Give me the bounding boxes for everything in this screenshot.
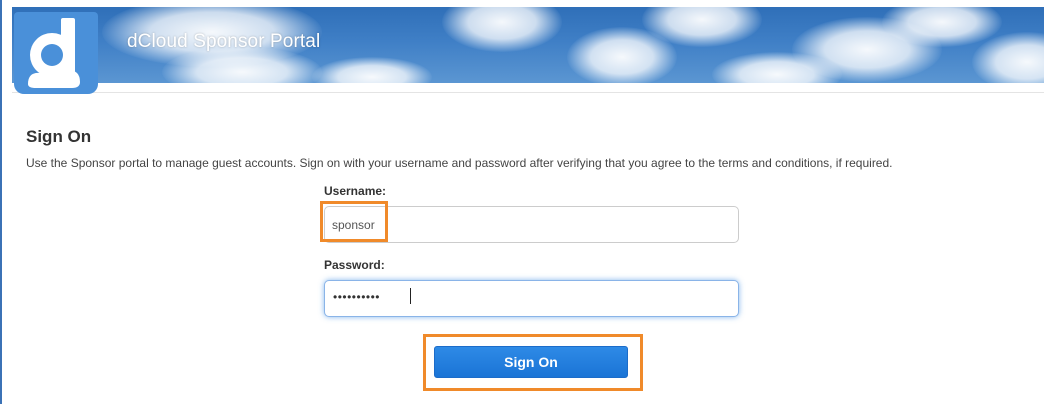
portal-title: dCloud Sponsor Portal bbox=[127, 31, 321, 52]
dcloud-logo-icon bbox=[14, 12, 98, 94]
header-banner: dCloud Sponsor Portal bbox=[12, 7, 1044, 83]
page-title: Sign On bbox=[26, 127, 92, 146]
password-input[interactable] bbox=[324, 280, 739, 317]
username-input[interactable] bbox=[324, 206, 739, 243]
signon-description: Use the Sponsor portal to manage guest a… bbox=[26, 156, 893, 170]
header-divider bbox=[12, 92, 1044, 93]
username-label: Username: bbox=[324, 184, 387, 198]
password-label: Password: bbox=[324, 258, 385, 272]
sponsor-portal-page: dCloud Sponsor Portal Sign On Use the Sp… bbox=[0, 0, 1044, 404]
sign-on-button[interactable]: Sign On bbox=[434, 346, 628, 378]
